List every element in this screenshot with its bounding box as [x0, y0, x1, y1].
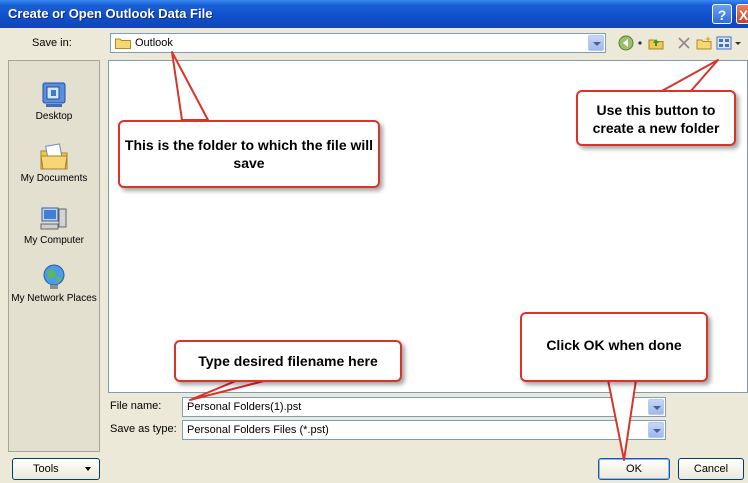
ok-callout: Click OK when done	[520, 312, 708, 382]
new-folder-callout-tail	[659, 59, 719, 93]
callout-tails	[171, 51, 719, 461]
ok-callout-tail	[607, 379, 637, 461]
new-folder-callout: Use this button to create a new folder	[576, 90, 736, 146]
filename-callout: Type desired filename here	[174, 340, 402, 382]
folder-callout: This is the folder to which the file wil…	[118, 120, 380, 188]
filename-callout-tail	[189, 379, 269, 401]
folder-callout-tail	[171, 51, 209, 121]
